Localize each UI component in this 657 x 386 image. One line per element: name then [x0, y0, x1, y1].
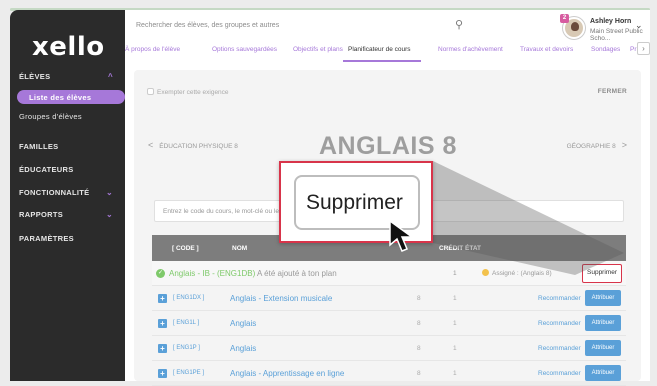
mouse-cursor-icon — [389, 219, 415, 252]
app-frame: xello ÉLÈVES ^ Liste des élèves Groupes … — [0, 0, 657, 386]
